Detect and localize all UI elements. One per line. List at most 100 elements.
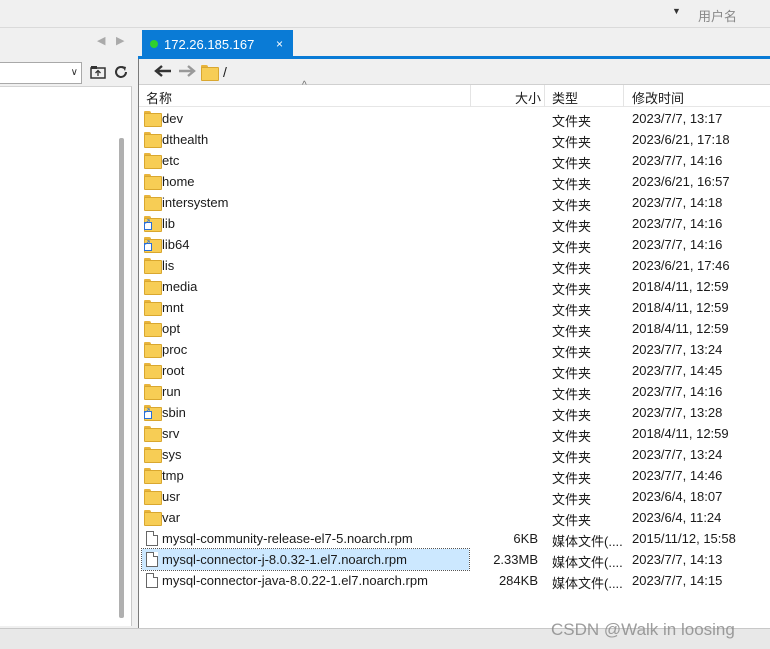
tab-session[interactable]: 172.26.185.167 × [142, 30, 293, 58]
folder-row[interactable]: lib64 文件夹 2023/7/7, 14:16 [139, 234, 770, 255]
row-highlight [142, 255, 469, 276]
file-mtime: 2023/6/21, 17:18 [632, 132, 730, 147]
column-size[interactable]: 大小 [515, 88, 541, 107]
local-tree[interactable] [0, 86, 132, 626]
file-name: proc [162, 342, 188, 357]
folder-row[interactable]: etc 文件夹 2023/7/7, 14:16 [139, 150, 770, 171]
folder-row[interactable]: tmp 文件夹 2023/7/7, 14:46 [139, 465, 770, 486]
column-divider[interactable] [623, 85, 624, 107]
forward-arrow-icon[interactable] [177, 63, 199, 81]
local-scrollbar[interactable] [119, 138, 124, 618]
folder-row[interactable]: usr 文件夹 2023/6/4, 18:07 [139, 486, 770, 507]
file-name: mysql-community-release-el7-5.noarch.rpm [162, 531, 413, 546]
refresh-icon[interactable] [111, 62, 131, 82]
file-mtime: 2023/7/7, 14:16 [632, 237, 723, 252]
file-name: intersystem [162, 195, 229, 210]
file-name: tmp [162, 468, 184, 483]
folder-row[interactable]: var 文件夹 2023/6/4, 11:24 [139, 507, 770, 528]
folder-row[interactable]: lib 文件夹 2023/7/7, 14:16 [139, 213, 770, 234]
column-mtime[interactable]: 修改时间 [632, 88, 684, 107]
back-arrow-icon[interactable] [153, 63, 175, 81]
file-row[interactable]: mysql-connector-j-8.0.32-1.el7.noarch.rp… [139, 548, 770, 571]
folder-row[interactable]: sys 文件夹 2023/7/7, 13:24 [139, 444, 770, 465]
session-tab-bar: ◀ ▶ 172.26.185.167 × [0, 28, 770, 58]
row-highlight [142, 108, 469, 129]
row-highlight [142, 234, 469, 255]
file-type: 文件夹 [552, 198, 592, 213]
row-highlight [142, 213, 469, 234]
file-name: lis [162, 258, 175, 273]
local-path-combobox[interactable]: ∨ [0, 62, 82, 84]
row-highlight [142, 444, 469, 465]
file-row[interactable]: mysql-community-release-el7-5.noarch.rpm… [139, 528, 770, 549]
file-name: lib [162, 216, 176, 231]
column-divider[interactable] [544, 85, 545, 107]
row-highlight [142, 339, 469, 360]
username-dropdown[interactable]: ▼ 用户名 [668, 6, 770, 24]
folder-row[interactable]: dev 文件夹 2023/7/7, 13:17 [139, 108, 770, 129]
file-icon [144, 573, 160, 588]
folder-icon [201, 65, 219, 81]
tab-scroll-left-icon[interactable]: ◀ [97, 34, 105, 47]
file-mtime: 2023/7/7, 13:17 [632, 111, 723, 126]
file-type: 文件夹 [552, 240, 592, 255]
chevron-down-icon[interactable]: ∨ [71, 67, 78, 78]
file-type: 文件夹 [552, 177, 592, 192]
folder-row[interactable]: sbin 文件夹 2023/7/7, 13:28 [139, 402, 770, 423]
column-type[interactable]: 类型 [552, 88, 578, 107]
file-mtime: 2023/6/4, 18:07 [632, 489, 723, 504]
file-type: 文件夹 [552, 366, 592, 381]
file-type: 文件夹 [552, 387, 592, 402]
file-mtime: 2023/7/7, 14:45 [632, 363, 723, 378]
file-mtime: 2023/7/7, 14:16 [632, 216, 723, 231]
remote-folder-icon[interactable] [88, 62, 108, 82]
tab-scroll-right-icon[interactable]: ▶ [116, 34, 124, 47]
folder-icon [144, 132, 162, 148]
folder-row[interactable]: dthealth 文件夹 2023/6/21, 17:18 [139, 129, 770, 150]
remote-path-text: / [223, 64, 227, 80]
folder-icon [144, 468, 162, 484]
folder-icon [144, 258, 162, 274]
file-size: 6KB [513, 531, 538, 546]
folder-row[interactable]: opt 文件夹 2018/4/11, 12:59 [139, 318, 770, 339]
file-type: 媒体文件(.... [552, 534, 623, 549]
folder-icon [144, 279, 162, 295]
column-name[interactable]: 名称 [146, 88, 172, 107]
file-type: 文件夹 [552, 345, 592, 360]
file-name: run [162, 384, 181, 399]
file-row[interactable]: mysql-connector-java-8.0.22-1.el7.noarch… [139, 570, 770, 591]
remote-pane: / ^ 名称 大小 类型 修改时间 dev 文件夹 2023/7/7, 13:17 d… [138, 59, 770, 628]
folder-row[interactable]: run 文件夹 2023/7/7, 14:16 [139, 381, 770, 402]
file-name: root [162, 363, 185, 378]
row-highlight [142, 360, 469, 381]
file-name: home [162, 174, 195, 189]
dropdown-caret-icon: ▼ [672, 6, 681, 16]
folder-row[interactable]: media 文件夹 2018/4/11, 12:59 [139, 276, 770, 297]
folder-row[interactable]: home 文件夹 2023/6/21, 16:57 [139, 171, 770, 192]
column-divider[interactable] [470, 85, 471, 107]
remote-path-field[interactable]: / [201, 62, 770, 82]
tab-title: 172.26.185.167 [164, 36, 255, 52]
folder-row[interactable]: lis 文件夹 2023/6/21, 17:46 [139, 255, 770, 276]
file-mtime: 2018/4/11, 12:59 [632, 321, 729, 336]
folder-icon [144, 195, 162, 211]
remote-toolbar: / [139, 59, 770, 85]
file-mtime: 2023/7/7, 14:16 [632, 153, 723, 168]
file-type: 文件夹 [552, 513, 592, 528]
tab-close-icon[interactable]: × [276, 37, 283, 51]
folder-icon [144, 342, 162, 358]
username-label: 用户名 [698, 9, 738, 24]
folder-row[interactable]: srv 文件夹 2018/4/11, 12:59 [139, 423, 770, 444]
file-size: 284KB [498, 573, 538, 588]
file-name: etc [162, 153, 180, 168]
folder-row[interactable]: mnt 文件夹 2018/4/11, 12:59 [139, 297, 770, 318]
folder-row[interactable]: intersystem 文件夹 2023/7/7, 14:18 [139, 192, 770, 213]
folder-row[interactable]: root 文件夹 2023/7/7, 14:45 [139, 360, 770, 381]
file-mtime: 2018/4/11, 12:59 [632, 300, 729, 315]
sort-ascending-icon: ^ [302, 80, 307, 91]
file-name: dev [162, 111, 183, 126]
folder-row[interactable]: proc 文件夹 2023/7/7, 13:24 [139, 339, 770, 360]
file-mtime: 2018/4/11, 12:59 [632, 279, 729, 294]
file-type: 文件夹 [552, 471, 592, 486]
folder-icon [144, 447, 162, 463]
